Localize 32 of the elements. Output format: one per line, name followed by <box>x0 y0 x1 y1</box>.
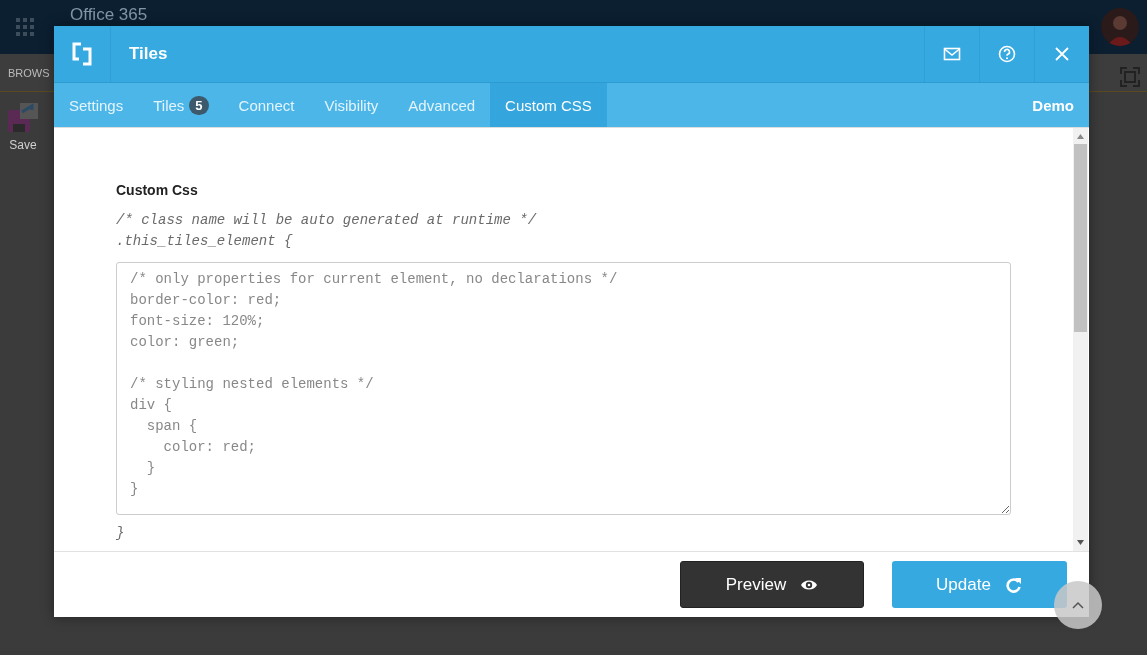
mode-label: Demo <box>1032 95 1075 116</box>
scroll-down-icon <box>1077 540 1084 545</box>
tab[interactable]: Connect <box>223 83 310 127</box>
tab[interactable]: Settings <box>54 83 139 127</box>
code-comment: /* class name will be auto generated at runtime */ <box>116 211 538 230</box>
scroll-up-icon <box>1077 134 1084 139</box>
count-badge: 5 <box>189 95 209 115</box>
css-editor-field[interactable]: /* only properties for current element, no declarations */ border-color: red; font-size: 120%; color: green; /* styling nested elements */ div { span { color: red; } } <box>116 262 1011 515</box>
save-button[interactable]: Save <box>6 100 40 152</box>
preview-button[interactable]: Preview <box>680 561 864 608</box>
logo-icon <box>72 42 92 66</box>
chevron-up-icon <box>1072 601 1084 609</box>
avatar[interactable] <box>1101 8 1139 46</box>
tab[interactable]: Custom CSS <box>490 83 607 127</box>
update-button[interactable]: Update <box>892 561 1067 608</box>
suite-title: Office 365 <box>70 5 148 25</box>
dialog-title: Tiles <box>128 43 169 65</box>
scrollbar[interactable] <box>1073 128 1088 551</box>
close-icon <box>1053 45 1071 63</box>
refresh-icon <box>1004 576 1023 593</box>
tab[interactable]: Advanced <box>393 83 491 127</box>
closing-brace: } <box>116 524 126 543</box>
save-icon <box>6 100 40 134</box>
app-launcher-icon[interactable] <box>16 18 34 36</box>
help-icon <box>998 45 1016 63</box>
mail-icon <box>943 45 961 63</box>
code-comment: .this_tiles_element { <box>116 232 294 251</box>
ribbon-tab[interactable]: BROWS <box>8 66 50 79</box>
section-title: Custom Css <box>116 182 199 198</box>
fullscreen-icon <box>1119 66 1141 88</box>
tab[interactable]: Tiles 5 <box>138 83 224 127</box>
tab[interactable]: Visibility <box>309 83 394 127</box>
